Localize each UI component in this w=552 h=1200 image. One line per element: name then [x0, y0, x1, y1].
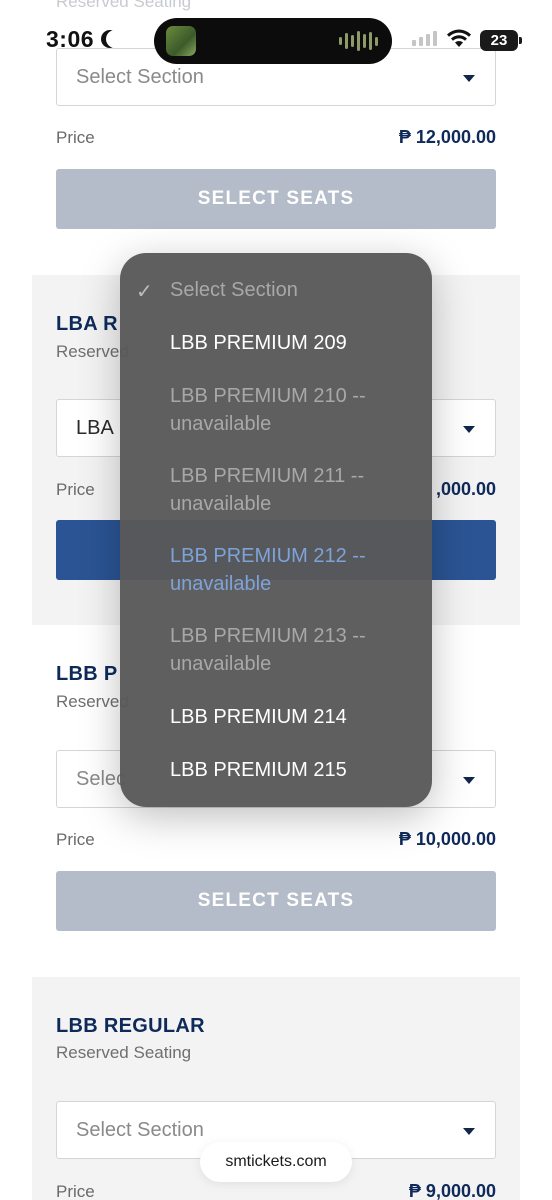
dropdown-option[interactable]: LBB PREMIUM 213 -- unavailable	[170, 622, 420, 678]
status-bar: 3:06 23	[0, 0, 552, 70]
dropdown-option[interactable]: LBB PREMIUM 214	[170, 703, 420, 731]
select-value: LBA	[76, 417, 114, 439]
price-value: ₱ 9,000.00	[408, 1181, 496, 1200]
battery-icon: 23	[480, 30, 518, 51]
caret-down-icon	[463, 1128, 475, 1135]
price-value: ,000.00	[435, 479, 496, 499]
card-subtitle: Reserved	[56, 692, 129, 711]
dropdown-option[interactable]: LBB PREMIUM 211 -- unavailable	[170, 462, 420, 518]
price-value: ₱ 12,000.00	[398, 127, 496, 147]
card-title: LBA R	[56, 313, 118, 335]
cellular-signal-icon	[412, 31, 437, 46]
price-value: ₱ 10,000.00	[398, 829, 496, 849]
audio-waveform-icon	[339, 30, 378, 52]
select-value: Selec	[76, 768, 127, 790]
caret-down-icon	[463, 777, 475, 784]
price-label: Price	[56, 128, 95, 147]
section-dropdown-menu[interactable]: ✓ Select Section LBB PREMIUM 209 LBB PRE…	[120, 253, 432, 807]
select-seats-button[interactable]: SELECT SEATS	[56, 169, 496, 229]
now-playing-artwork	[166, 26, 196, 56]
dynamic-island[interactable]	[154, 18, 392, 64]
caret-down-icon	[463, 426, 475, 433]
card-title: LBB REGULAR	[56, 1015, 205, 1037]
dropdown-option[interactable]: LBB PREMIUM 210 -- unavailable	[170, 382, 420, 438]
caret-down-icon	[463, 75, 475, 82]
battery-tip	[519, 37, 522, 44]
status-time: 3:06	[46, 26, 95, 52]
dropdown-option[interactable]: LBB PREMIUM 215	[170, 756, 420, 784]
dropdown-option[interactable]: Select Section	[170, 276, 420, 304]
card-subtitle: Reserved	[56, 342, 129, 361]
dropdown-option[interactable]: LBB PREMIUM 209	[170, 329, 420, 357]
price-label: Price	[56, 480, 95, 499]
card-title: LBB P	[56, 663, 118, 685]
card-subtitle: Reserved Seating	[56, 1043, 192, 1062]
ticket-page: 3:06 23 Reserved Seating Select Section	[0, 0, 552, 1200]
url-bar[interactable]: smtickets.com	[200, 1142, 352, 1182]
price-label: Price	[56, 830, 95, 849]
price-label: Price	[56, 1182, 95, 1200]
select-value: Select Section	[76, 1119, 204, 1141]
checkmark-icon: ✓	[136, 281, 153, 303]
moon-icon	[106, 30, 124, 48]
battery-level: 23	[490, 32, 508, 49]
dropdown-option[interactable]: LBB PREMIUM 212 -- unavailable	[170, 542, 420, 598]
select-seats-button[interactable]: SELECT SEATS	[56, 871, 496, 931]
wifi-icon	[447, 29, 471, 47]
